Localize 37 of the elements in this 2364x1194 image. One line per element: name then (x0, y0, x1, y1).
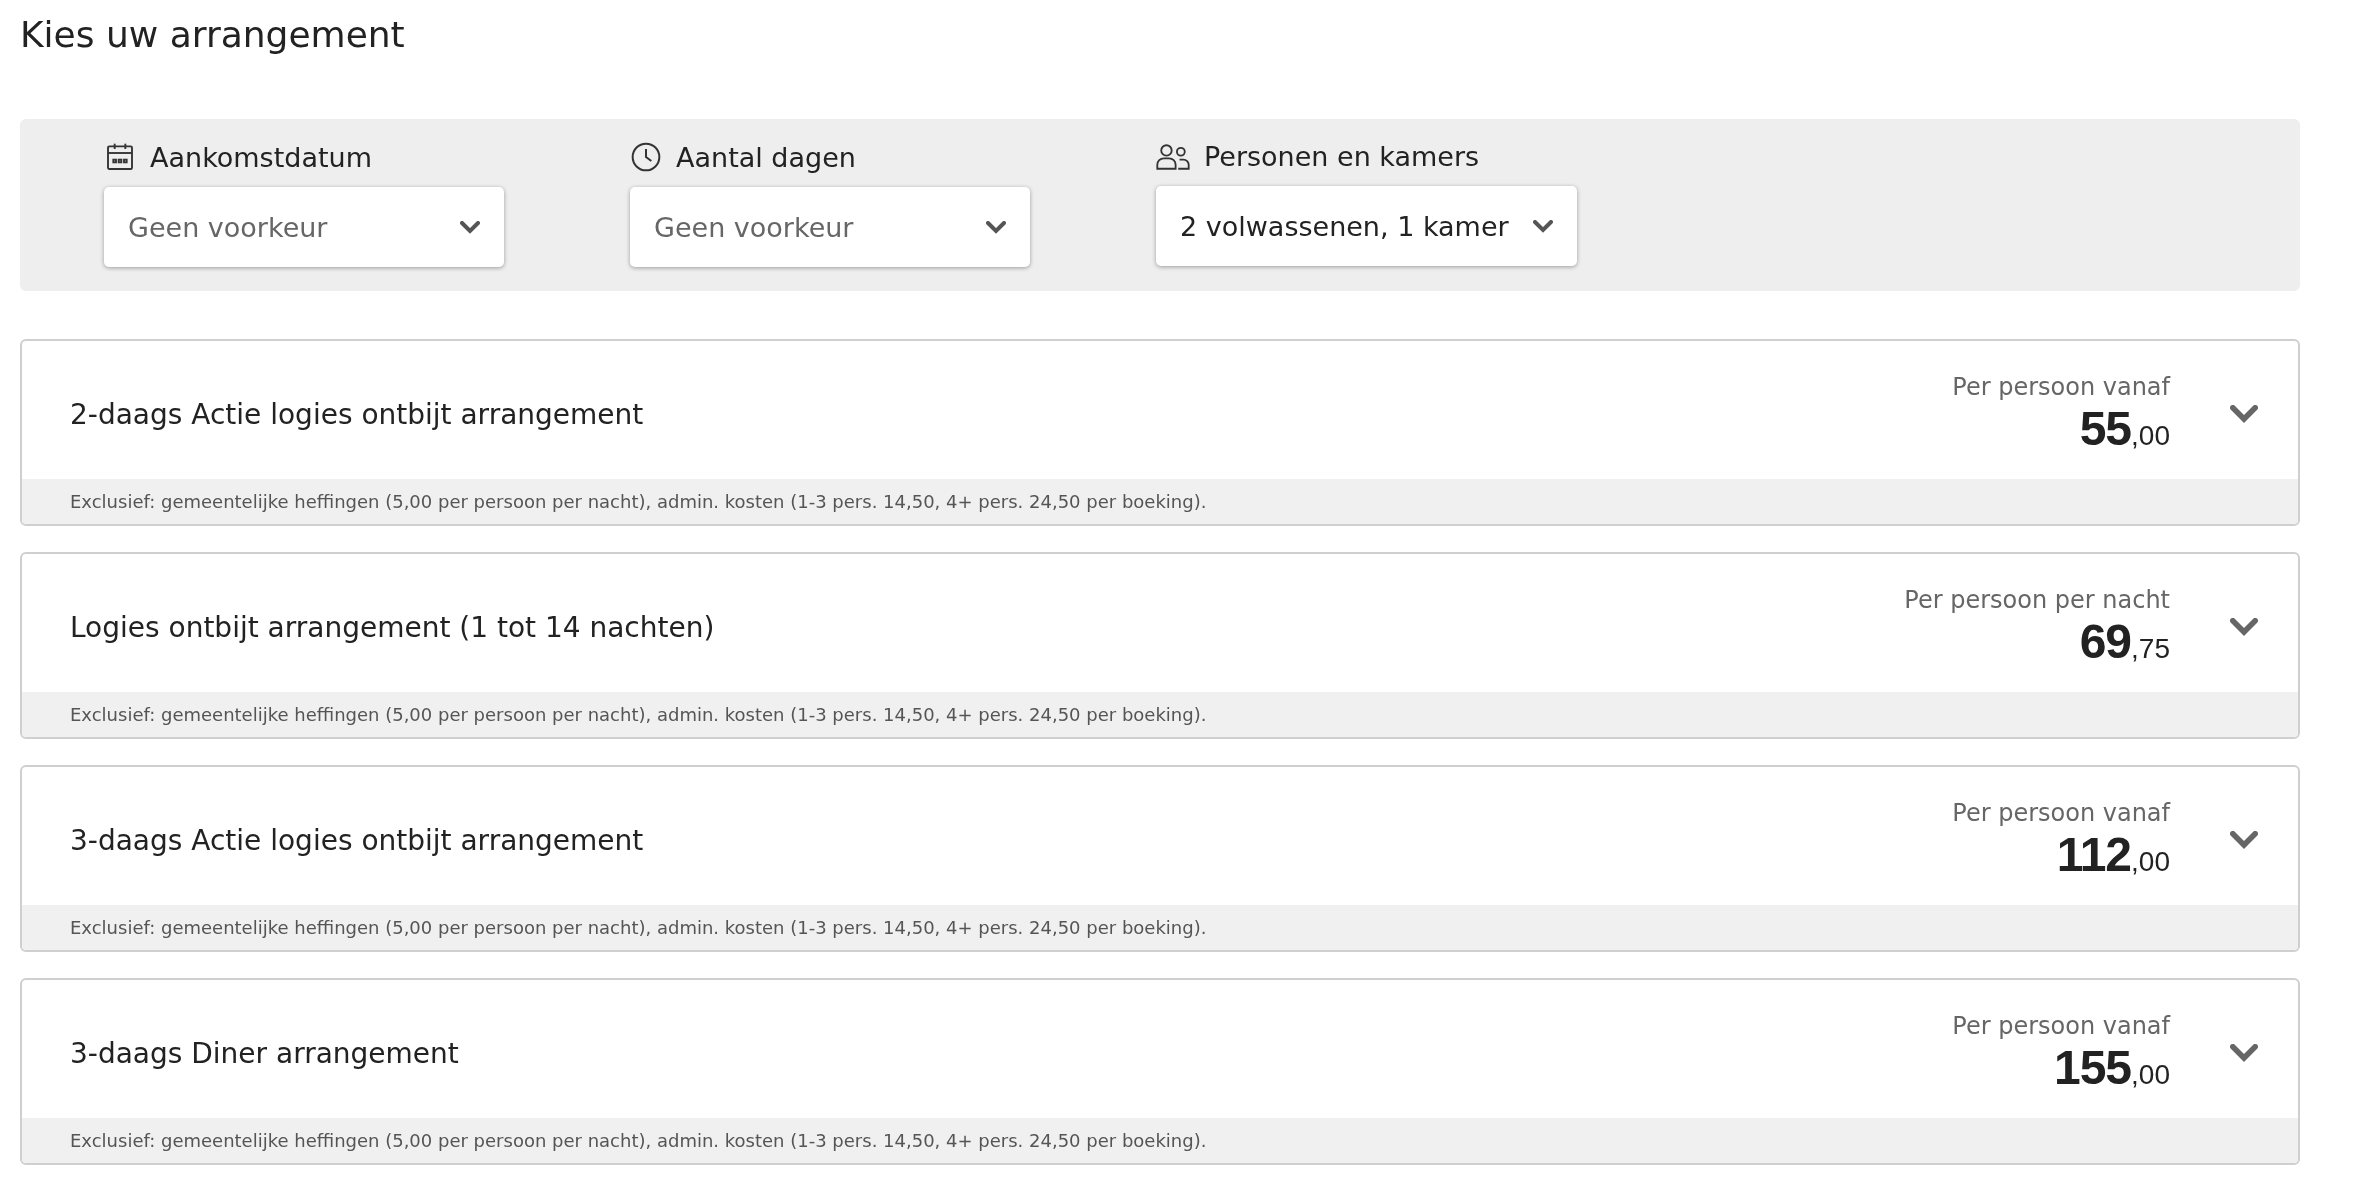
filter-dropdown[interactable]: Geen voorkeur (630, 187, 1030, 267)
filter-label: Aantal dagen (676, 141, 856, 173)
filter-dropdown[interactable]: 2 volwassenen, 1 kamer (1156, 186, 1577, 266)
filter-label: Personen en kamers (1204, 141, 1480, 172)
price-label: Per persoon vanaf (1952, 1011, 2170, 1040)
package-note: Exclusief: gemeentelijke heffingen (5,00 per persoon per nacht), admin. kosten (1-3 pers. 14,50, 4+ pers. 24,50 per boeking). (22, 692, 2298, 737)
chevron-down-icon (460, 220, 480, 234)
package-name: Logies ontbijt arrangement (1 tot 14 nachten) (70, 610, 716, 644)
price: 112,00 (2056, 826, 2170, 882)
chevron-down-icon (986, 220, 1006, 234)
expand-button[interactable] (2230, 617, 2258, 637)
price-label: Per persoon vanaf (1952, 798, 2170, 827)
chevron-down-icon (2230, 830, 2258, 850)
package-name: 3-daags Actie logies ontbijt arrangement (70, 823, 645, 857)
price-label: Per persoon per nacht (1904, 585, 2170, 614)
package-name: 3-daags Diner arrangement (70, 1036, 460, 1070)
chevron-down-icon (2230, 1043, 2258, 1063)
package-name: 2-daags Actie logies ontbijt arrangement (70, 397, 645, 431)
chevron-down-icon (1532, 219, 1553, 233)
chevron-down-icon (2230, 404, 2258, 424)
clock-icon (630, 141, 662, 173)
package-note: Exclusief: gemeentelijke heffingen (5,00 per persoon per nacht), admin. kosten (1-3 pers. 14,50, 4+ pers. 24,50 per boeking). (22, 479, 2298, 524)
expand-button[interactable] (2230, 404, 2258, 424)
price: 55,00 (2079, 400, 2170, 456)
expand-button[interactable] (2230, 830, 2258, 850)
price-label: Per persoon vanaf (1952, 372, 2170, 401)
people-icon (1156, 141, 1190, 172)
package-note: Exclusief: gemeentelijke heffingen (5,00 per persoon per nacht), admin. kosten (1-3 pers. 14,50, 4+ pers. 24,50 per boeking). (22, 905, 2298, 950)
filter-label: Aankomstdatum (150, 141, 372, 173)
calendar-icon (104, 141, 136, 173)
price: 155,00 (2053, 1039, 2170, 1095)
chevron-down-icon (2230, 617, 2258, 637)
price: 69,75 (2079, 613, 2170, 669)
page-title: Kies uw arrangement (20, 14, 406, 55)
expand-button[interactable] (2230, 1043, 2258, 1063)
package-note: Exclusief: gemeentelijke heffingen (5,00 per persoon per nacht), admin. kosten (1-3 pers. 14,50, 4+ pers. 24,50 per boeking). (22, 1118, 2298, 1163)
filter-dropdown[interactable]: Geen voorkeur (104, 187, 504, 267)
